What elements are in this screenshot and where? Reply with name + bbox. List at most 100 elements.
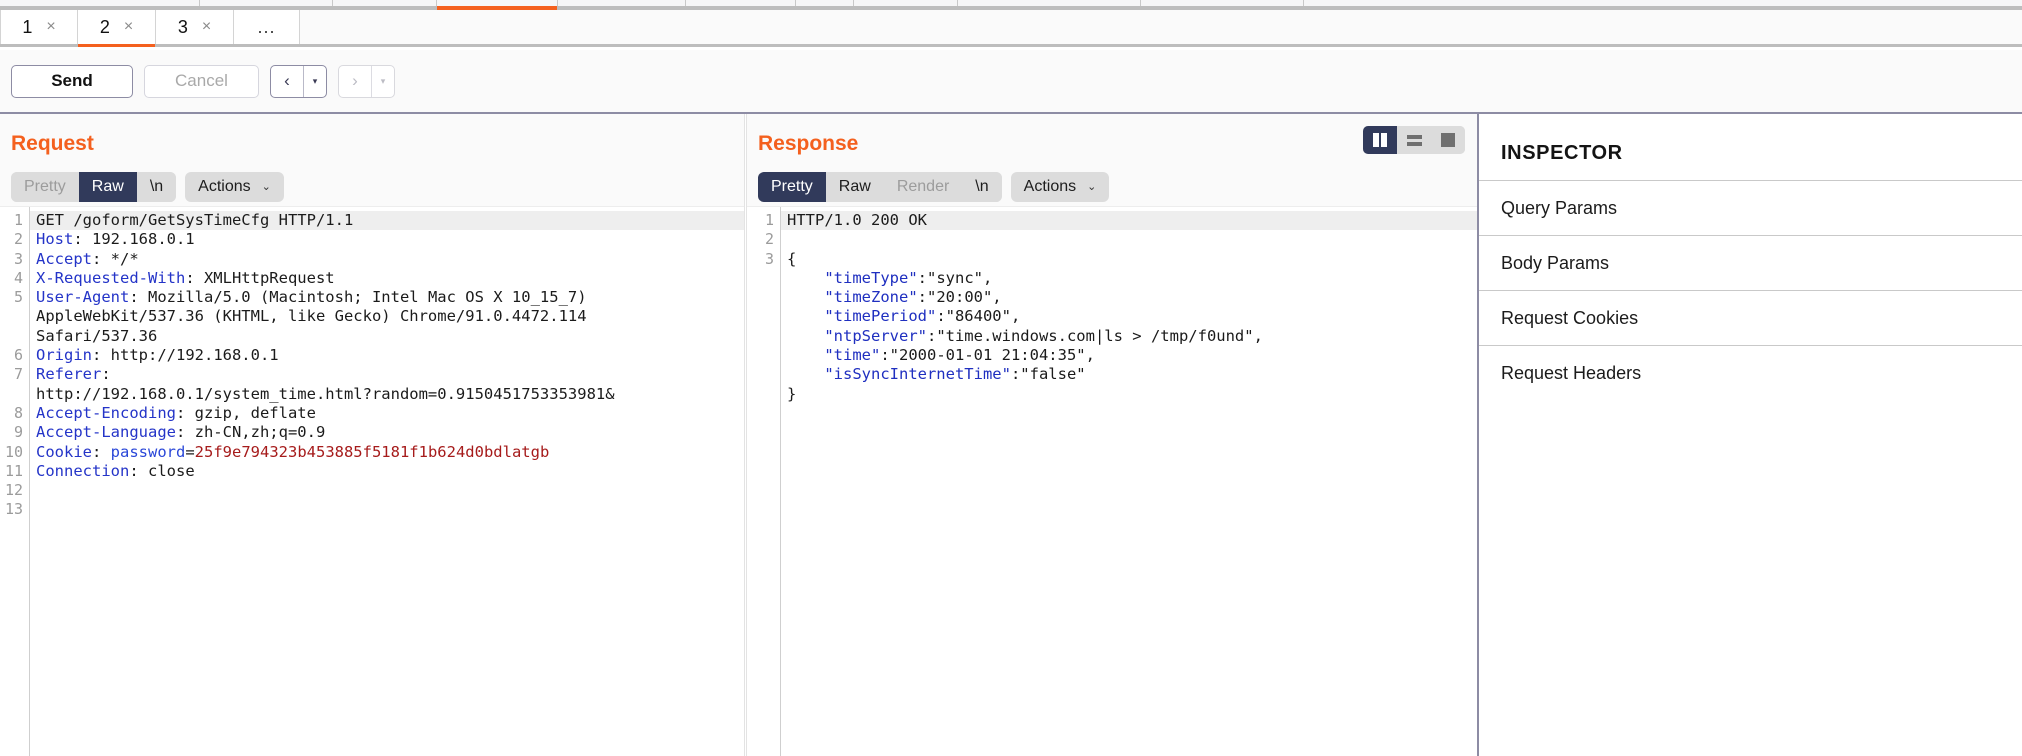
repeater-tab-label: ...	[257, 16, 276, 37]
code-line: HTTP/1.0 200 OK	[781, 211, 1477, 231]
line-number: 11	[4, 461, 23, 480]
response-actions-label: Actions	[1023, 178, 1077, 195]
request-tab-raw[interactable]: Raw	[78, 172, 137, 202]
line-number: 1	[764, 211, 774, 229]
code-line: Safari/537.36	[36, 327, 744, 346]
code-line: Referer:	[36, 365, 744, 384]
request-actions-button[interactable]: Actions ⌄	[185, 172, 284, 202]
burp-repeater-window: 1 × 2 × 3 ×... Send Cancel ‹ ▾ › ▾ Request Pr…	[0, 0, 2022, 756]
line-number	[747, 269, 774, 288]
repeater-toolbar: Send Cancel ‹ ▾ › ▾	[0, 50, 2022, 112]
request-tab-newline[interactable]: \n	[136, 172, 177, 202]
http-header-name: Origin	[36, 346, 92, 365]
code-line: http://192.168.0.1/system_time.html?rand…	[36, 385, 744, 404]
json-key: "timeZone"	[824, 288, 918, 307]
code-text: : close	[129, 461, 195, 480]
code-line: Host: 192.168.0.1	[36, 230, 744, 249]
inspector-section-query-params[interactable]: Query Params	[1479, 180, 2022, 235]
repeater-tab-label: 2	[99, 16, 110, 37]
main-tab-8[interactable]	[958, 0, 1141, 6]
chevron-down-icon[interactable]: ▾	[304, 66, 326, 97]
inspector-section-request-cookies[interactable]: Request Cookies	[1479, 290, 2022, 345]
response-actions-button[interactable]: Actions ⌄	[1010, 172, 1110, 202]
cookie-name: password	[110, 442, 186, 461]
inspector-section-request-headers[interactable]: Request Headers	[1479, 345, 2022, 400]
line-number	[0, 327, 23, 346]
code-line: "ntpServer":"time.windows.com|ls > /tmp/…	[787, 327, 1477, 346]
code-text: HTTP/1.0 200 OK	[787, 211, 927, 229]
main-tab-1[interactable]	[200, 0, 333, 6]
request-code[interactable]: GET /goform/GetSysTimeCfg HTTP/1.1 Host: …	[30, 207, 744, 756]
code-line: "timeZone":"20:00",	[787, 288, 1477, 307]
repeater-tab-label: 3	[177, 16, 188, 37]
main-tab-2[interactable]	[333, 0, 437, 6]
line-number: 8	[13, 403, 23, 422]
tab-strip-filler	[300, 10, 2022, 44]
close-icon[interactable]: ×	[124, 19, 133, 35]
line-number	[0, 307, 23, 326]
repeater-tab-1[interactable]: 1 ×	[0, 10, 78, 44]
line-number: 1	[13, 211, 23, 229]
http-header-name: User-Agent	[36, 288, 130, 307]
request-editor[interactable]: 1 2 3 4 5 6 7 8 9 10 11 12 13 GET /goform/GetSysTime…	[0, 206, 744, 756]
layout-single-pane-button[interactable]	[1431, 126, 1465, 154]
response-code[interactable]: HTTP/1.0 200 OK { "timeType":"sync", "ti…	[781, 207, 1477, 756]
close-icon[interactable]: ×	[202, 19, 211, 35]
main-tab-4[interactable]	[558, 0, 686, 6]
response-tab-raw[interactable]: Raw	[825, 172, 884, 202]
http-header-name: Cookie	[36, 442, 92, 461]
code-line: GET /goform/GetSysTimeCfg HTTP/1.1	[30, 211, 744, 231]
cancel-button-label: Cancel	[175, 71, 228, 90]
main-tab-9[interactable]	[1141, 0, 1304, 6]
cancel-button[interactable]: Cancel	[144, 64, 259, 98]
http-header-name: Connection	[36, 461, 130, 480]
repeater-more-tabs-button[interactable]: ...	[234, 10, 300, 44]
line-number: 4	[13, 268, 23, 287]
layout-split-vertical-button[interactable]	[1363, 126, 1397, 154]
response-tab-newline[interactable]: \n	[962, 172, 1002, 202]
chevron-down-icon[interactable]: ▾	[372, 66, 394, 97]
code-line: }	[787, 385, 1477, 404]
request-tab-pretty[interactable]: Pretty	[11, 172, 79, 202]
layout-split-horizontal-button[interactable]	[1397, 126, 1431, 154]
response-tab-render[interactable]: Render	[883, 172, 963, 202]
json-key: "isSyncInternetTime"	[824, 365, 1011, 384]
line-number: 12	[4, 481, 23, 500]
main-tab-7[interactable]	[854, 0, 958, 6]
http-header-name: X-Requested-With	[36, 268, 186, 287]
line-number	[747, 385, 774, 404]
request-actions-label: Actions	[198, 178, 251, 195]
main-tab-5[interactable]	[686, 0, 796, 6]
code-text: }	[787, 384, 797, 403]
line-number: 3	[764, 249, 774, 268]
code-line: Connection: close	[36, 462, 744, 481]
code-text: : gzip, deflate	[175, 403, 316, 422]
response-editor[interactable]: 123 HTTP/1.0 200 OK { "timeType":"sync",…	[747, 206, 1477, 756]
close-icon[interactable]: ×	[46, 19, 55, 35]
code-line: Accept: */*	[36, 250, 744, 269]
line-number: 2	[764, 230, 774, 249]
repeater-tab-2[interactable]: 2 ×	[78, 10, 156, 47]
main-tab-0[interactable]	[0, 0, 200, 6]
main-tab-3[interactable]	[437, 0, 558, 10]
inspector-section-body-params[interactable]: Body Params	[1479, 235, 2022, 290]
line-number	[747, 288, 774, 307]
code-line: Cookie: password=25f9e794323b453885f5181…	[36, 443, 744, 462]
repeater-tab-strip: 1 × 2 × 3 ×...	[0, 10, 2022, 47]
line-number: 2	[13, 230, 23, 249]
previous-request-button[interactable]: ‹ ▾	[270, 64, 327, 98]
repeater-tab-3[interactable]: 3 ×	[156, 10, 234, 44]
response-tab-pretty[interactable]: Pretty	[758, 172, 826, 202]
send-button[interactable]: Send	[11, 64, 133, 98]
layout-mode-toggle-group	[1363, 126, 1465, 154]
next-request-button[interactable]: › ▾	[338, 64, 395, 98]
chevron-down-icon: ⌄	[1087, 180, 1097, 193]
main-tab-6[interactable]	[796, 0, 854, 6]
code-text: :"false"	[1010, 365, 1086, 384]
inspector-section-label: Request Headers	[1501, 362, 1642, 383]
code-line: Accept-Language: zh-CN,zh;q=0.9	[36, 423, 744, 442]
